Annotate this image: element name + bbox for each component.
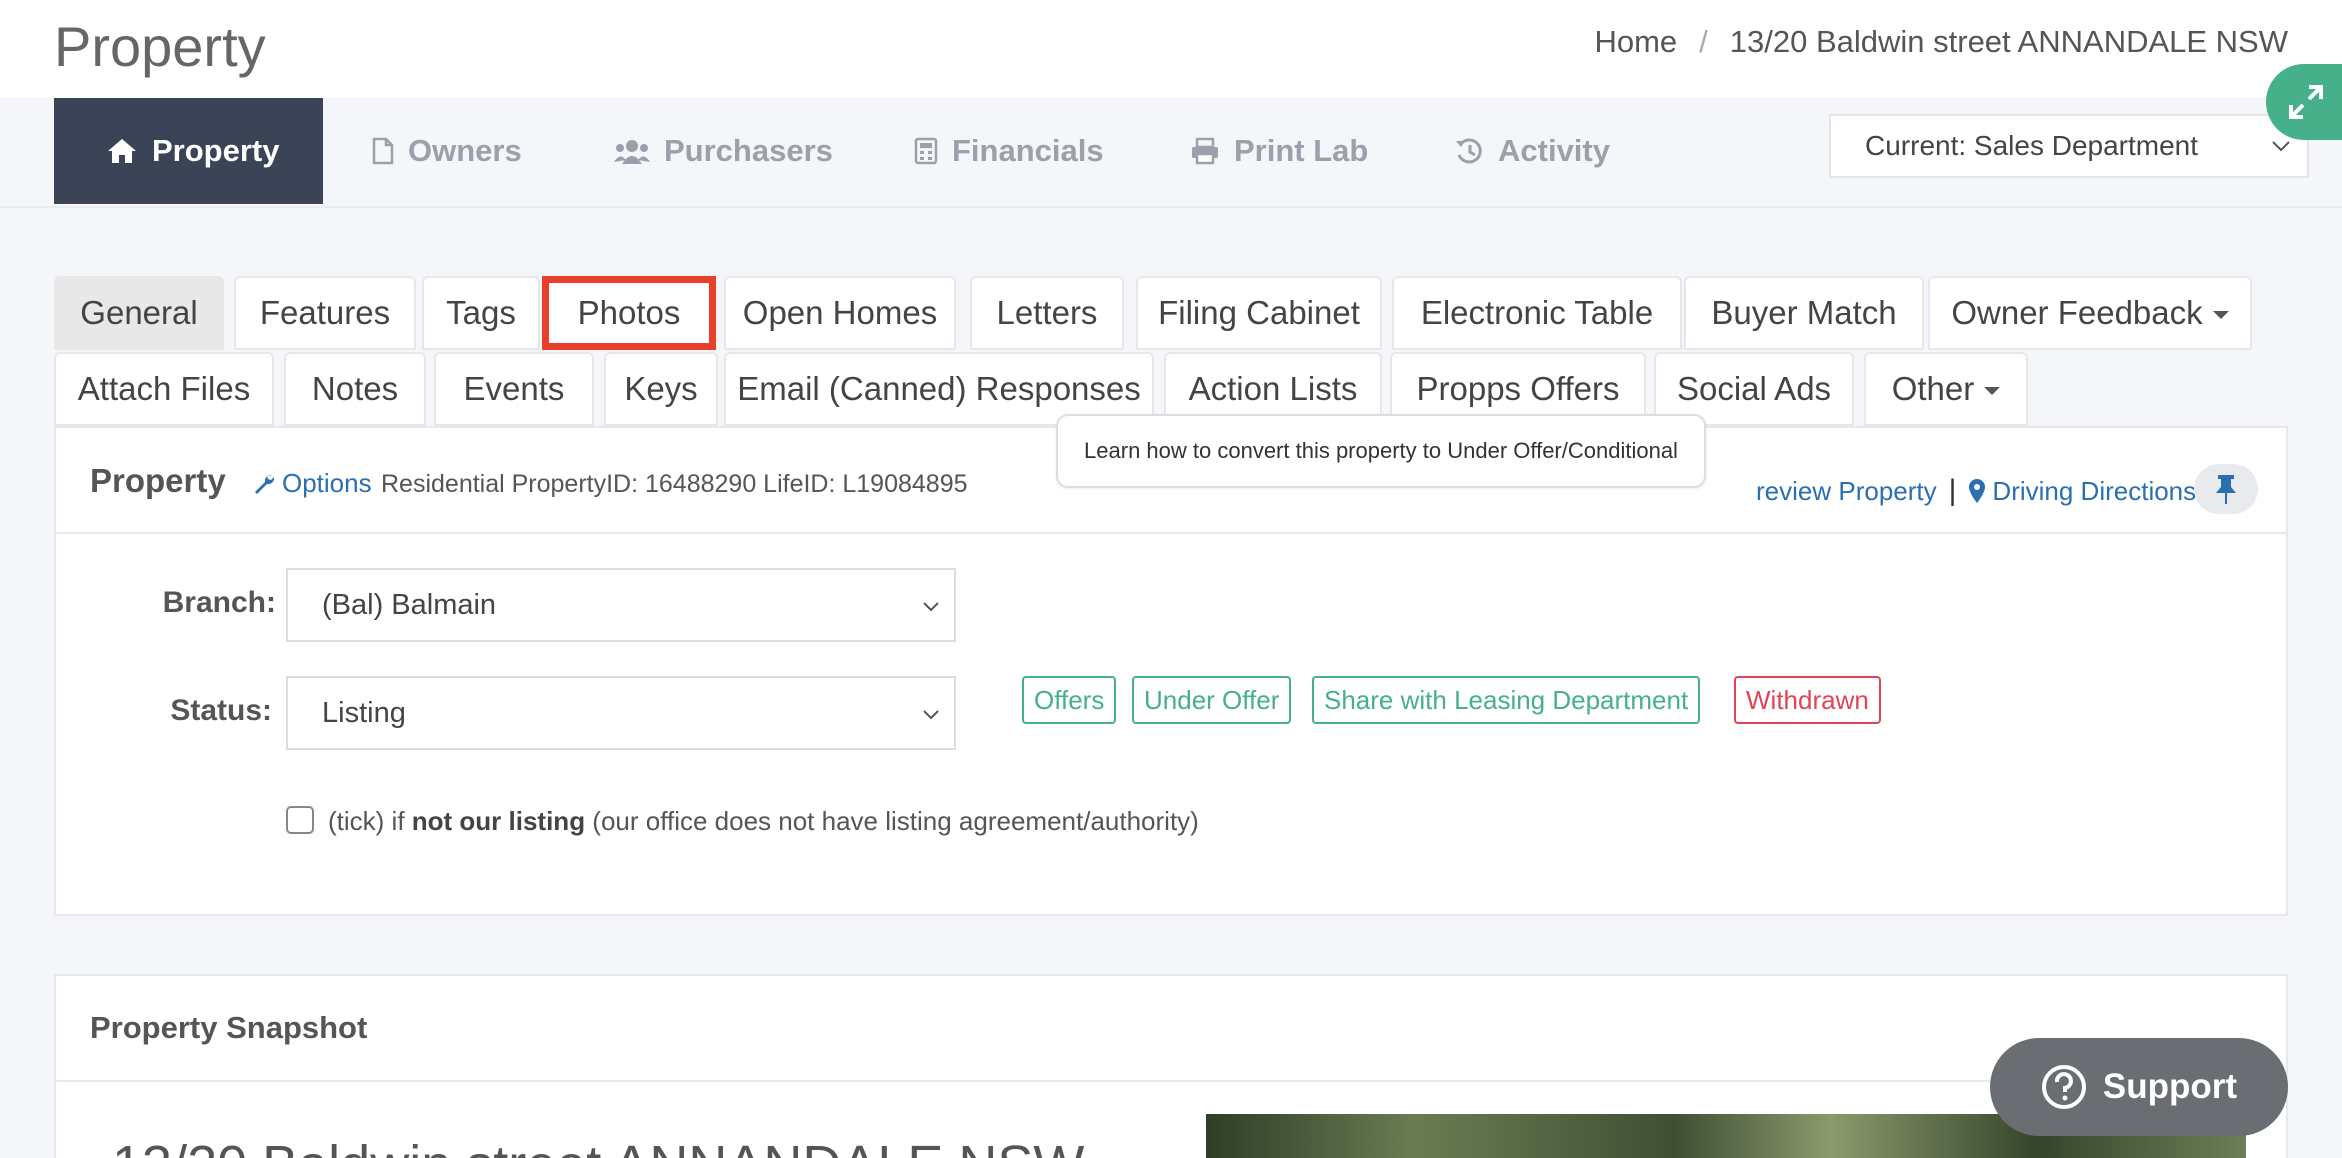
printer-icon [1192, 137, 1218, 165]
checkbox-text-bold: not our listing [411, 806, 586, 836]
status-select[interactable]: Listing [286, 676, 956, 750]
file-icon [372, 137, 394, 165]
subtab-label: Other [1891, 370, 1975, 407]
options-label: Options [282, 468, 372, 498]
subtab-notes[interactable]: Notes [284, 352, 426, 426]
snapshot-title: Property Snapshot [90, 1010, 368, 1045]
subtab-other[interactable]: Other [1864, 352, 2028, 426]
subtab-buyer-match[interactable]: Buyer Match [1684, 276, 1924, 350]
branch-label: Branch: [162, 586, 276, 619]
page-title: Property [54, 15, 266, 78]
support-label: Support [2102, 1067, 2238, 1106]
property-panel: Property Options Residential PropertyID:… [54, 414, 2288, 916]
subtab-filing-cabinet[interactable]: Filing Cabinet [1136, 276, 1382, 350]
subtab-electronic-table[interactable]: Electronic Table [1392, 276, 1682, 350]
nav-tab-property[interactable]: Property [54, 98, 324, 204]
nav-tab-label: Purchasers [664, 133, 833, 168]
property-ids: Residential PropertyID: 16488290 LifeID:… [381, 470, 968, 498]
subtab-photos[interactable]: Photos [542, 276, 716, 350]
link-separator: | [1948, 474, 1957, 507]
share-leasing-button[interactable]: Share with Leasing Department [1312, 676, 1701, 724]
expand-arrows-icon [2289, 85, 2323, 119]
users-icon [614, 140, 650, 164]
convert-tooltip: Learn how to convert this property to Un… [1056, 414, 1706, 488]
branch-select-value: (Bal) Balmain [322, 588, 497, 621]
checkbox-text-prefix: (tick) if [328, 806, 412, 836]
subtab-features[interactable]: Features [234, 276, 416, 350]
property-snapshot-panel: Property Snapshot 13/20 Baldwin street A… [54, 974, 2288, 1158]
expand-button[interactable] [2266, 64, 2342, 140]
property-panel-header: Property Options Residential PropertyID:… [56, 414, 2286, 534]
breadcrumb-separator: / [1699, 24, 1708, 59]
main-nav: Property Owners Purchasers Financials Pr… [0, 98, 2342, 208]
wrench-icon [255, 474, 275, 494]
breadcrumb: Home / 13/20 Baldwin street ANNANDALE NS… [1594, 24, 2288, 60]
branch-select[interactable]: (Bal) Balmain [286, 568, 956, 642]
support-button[interactable]: Support [1990, 1038, 2288, 1136]
home-icon [108, 139, 136, 163]
subtab-attach-files[interactable]: Attach Files [54, 352, 274, 426]
subtab-owner-feedback[interactable]: Owner Feedback [1928, 276, 2252, 350]
nav-tab-activity[interactable]: Activity [1454, 98, 1610, 204]
nav-tab-label: Print Lab [1234, 133, 1369, 168]
nav-tab-owners[interactable]: Owners [372, 98, 522, 204]
subtab-open-homes[interactable]: Open Homes [724, 276, 956, 350]
not-our-listing-checkbox[interactable] [286, 806, 314, 834]
subtab-keys[interactable]: Keys [604, 352, 718, 426]
options-link[interactable]: Options [252, 468, 372, 499]
preview-property-link[interactable]: review Property [1756, 476, 1937, 507]
caret-down-icon [1984, 387, 2001, 395]
nav-tab-label: Owners [408, 133, 522, 168]
chevron-down-icon [923, 710, 939, 720]
status-label: Status: [170, 694, 272, 727]
question-circle-icon [2041, 1065, 2086, 1109]
caret-down-icon [2212, 311, 2229, 319]
subtab-letters[interactable]: Letters [970, 276, 1124, 350]
offers-button[interactable]: Offers [1022, 676, 1117, 724]
subtab-general[interactable]: General [54, 276, 224, 350]
nav-tab-label: Property [152, 133, 280, 168]
map-marker-icon [1969, 479, 1986, 503]
pin-icon [2216, 475, 2236, 504]
subtab-tags[interactable]: Tags [422, 276, 540, 350]
checkbox-text-suffix: (our office does not have listing agreem… [585, 806, 1199, 836]
property-panel-title: Property [90, 462, 226, 499]
history-icon [1456, 138, 1482, 164]
chevron-down-icon [2272, 141, 2290, 152]
nav-tab-label: Activity [1498, 133, 1610, 168]
subtab-label: Owner Feedback [1951, 294, 2203, 331]
withdrawn-button[interactable]: Withdrawn [1734, 676, 1881, 724]
snapshot-address: 13/20 Baldwin street ANNANDALE NSW [112, 1134, 1084, 1158]
driving-directions-link[interactable]: Driving Directions [1992, 476, 2196, 507]
status-select-value: Listing [322, 696, 406, 729]
chevron-down-icon [923, 602, 939, 612]
subtab-events[interactable]: Events [434, 352, 594, 426]
nav-tab-print-lab[interactable]: Print Lab [1190, 98, 1368, 204]
pin-button[interactable] [2194, 464, 2258, 514]
snapshot-header: Property Snapshot [56, 976, 2286, 1082]
department-select-value: Current: Sales Department [1865, 130, 2199, 161]
department-select[interactable]: Current: Sales Department [1829, 114, 2309, 178]
nav-tab-financials[interactable]: Financials [914, 98, 1104, 204]
nav-tab-purchasers[interactable]: Purchasers [614, 98, 833, 204]
not-our-listing-label: (tick) if not our listing (our office do… [328, 806, 1199, 837]
breadcrumb-home[interactable]: Home [1594, 24, 1677, 60]
calculator-icon [914, 137, 938, 165]
breadcrumb-current: 13/20 Baldwin street ANNANDALE NSW [1729, 24, 2288, 59]
top-bar: Property Home / 13/20 Baldwin street ANN… [0, 0, 2342, 98]
nav-tab-label: Financials [952, 133, 1104, 168]
property-header-links: review Property | Driving Directions | [1756, 474, 2228, 508]
under-offer-button[interactable]: Under Offer [1132, 676, 1292, 724]
